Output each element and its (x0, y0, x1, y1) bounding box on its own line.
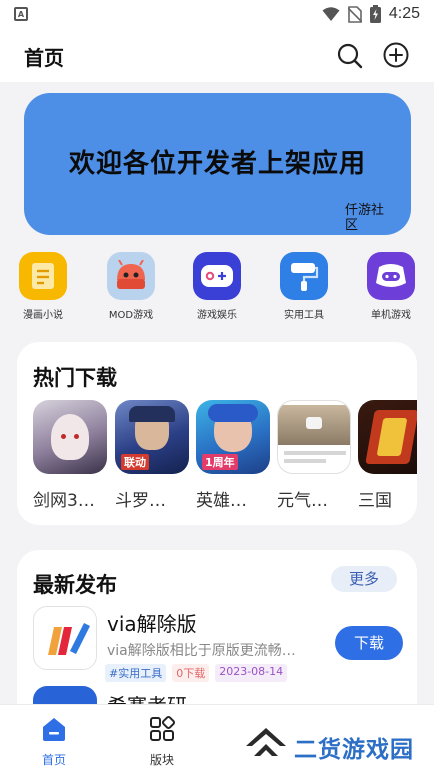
wifi-icon (322, 7, 340, 21)
app-description: via解除版相比于原版更流畅… (107, 643, 296, 659)
app-icon (358, 400, 417, 474)
category-game-entertainment[interactable]: 游戏娱乐 (182, 252, 252, 321)
game-mascot-icon (107, 252, 155, 300)
hot-app-item[interactable]: 剑网3… (33, 400, 107, 511)
category-label: 实用工具 (284, 310, 324, 321)
app-icon: 联动 (115, 400, 189, 474)
category-shortcuts: 漫画小说 MOD游戏 游戏娱乐 实用工具 单机游戏 (0, 252, 434, 324)
category-label: 单机游戏 (371, 310, 411, 321)
status-bar: A 4:25 (0, 0, 434, 30)
hot-app-item[interactable]: 三国 (358, 400, 417, 511)
app-notification-icon: A (14, 7, 28, 21)
hot-app-item[interactable]: 联动 斗罗… (115, 400, 189, 511)
app-overlay-badge: 联动 (121, 454, 149, 470)
no-sim-icon (347, 5, 362, 23)
hot-downloads-card: 热门下载 剑网3… 联动 斗罗… 1周年 英雄… 元气… 三国 (17, 342, 417, 525)
search-icon[interactable] (336, 42, 364, 70)
app-icon: 1周年 (196, 400, 270, 474)
app-overlay-badge: 1周年 (202, 454, 238, 470)
category-label: 漫画小说 (23, 310, 63, 321)
category-utilities[interactable]: 实用工具 (269, 252, 339, 321)
site-watermark: 二货游戏园 (242, 722, 432, 768)
tab-label: 首页 (41, 753, 66, 767)
controller-icon (367, 252, 415, 300)
tab-sections[interactable]: 版块 (132, 715, 192, 768)
home-icon (43, 718, 65, 741)
tab-home[interactable]: 首页 (24, 715, 84, 768)
via-logo-icon (48, 623, 90, 655)
promo-banner[interactable]: 欢迎各位开发者上架应用 仟游社区 (24, 93, 411, 235)
watermark-text: 二货游戏园 (294, 737, 414, 763)
book-icon (19, 252, 67, 300)
banner-signature: 仟游社区 (345, 203, 385, 233)
watermark-logo-icon (246, 728, 286, 756)
app-icon[interactable] (33, 606, 97, 670)
tab-label: 版块 (149, 753, 174, 767)
hot-downloads-title: 热门下载 (33, 366, 117, 390)
category-tag: #实用工具 (105, 664, 167, 682)
app-name: 三国 (358, 491, 392, 511)
app-name: 剑网3… (33, 491, 95, 511)
latest-releases-card: 最新发布 更多 via解除版 via解除版相比于原版更流畅… #实用工具 0下载… (17, 550, 417, 730)
app-name: via解除版 (107, 612, 197, 636)
app-name: 元气… (277, 491, 328, 511)
category-single-player[interactable]: 单机游戏 (356, 252, 426, 321)
app-icon (277, 400, 351, 474)
battery-icon (369, 5, 381, 23)
app-name: 英雄… (196, 491, 247, 511)
more-button[interactable]: 更多 (331, 566, 397, 592)
paint-roller-icon (280, 252, 328, 300)
hot-app-item[interactable]: 1周年 英雄… (196, 400, 270, 511)
date-tag: 2023-08-14 (215, 664, 288, 682)
app-tags: #实用工具 0下载 2023-08-14 (105, 664, 288, 682)
category-comics-novels[interactable]: 漫画小说 (8, 252, 78, 321)
status-indicators: 4:25 (322, 5, 420, 23)
downloads-tag: 0下载 (172, 664, 210, 682)
category-label: 游戏娱乐 (197, 310, 237, 321)
app-name: 斗罗… (115, 491, 166, 511)
hot-app-item[interactable]: 元气… (277, 400, 351, 511)
page-title: 首页 (24, 46, 64, 70)
download-button[interactable]: 下载 (335, 626, 403, 660)
add-circle-icon[interactable] (382, 41, 410, 69)
latest-releases-title: 最新发布 (33, 573, 117, 597)
gamepad-icon (193, 252, 241, 300)
category-label: MOD游戏 (108, 310, 154, 321)
category-mod-games[interactable]: MOD游戏 (96, 252, 166, 321)
clock: 4:25 (388, 5, 420, 22)
grid-icon (150, 715, 176, 741)
app-icon (33, 400, 107, 474)
banner-text: 欢迎各位开发者上架应用 (68, 149, 366, 179)
top-app-bar: 首页 (0, 30, 434, 82)
